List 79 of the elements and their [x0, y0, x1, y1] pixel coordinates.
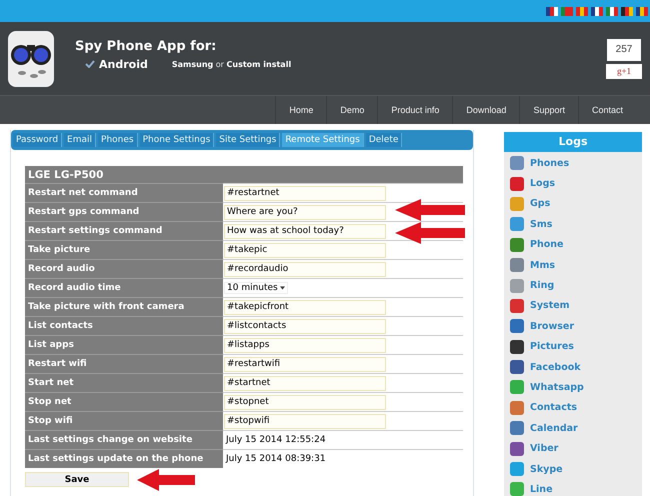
command-field[interactable]: #stopnet [224, 394, 386, 410]
sidebar-item[interactable]: Mms [504, 254, 642, 276]
setting-label: List contacts [25, 316, 223, 336]
nav-link[interactable]: Home [275, 96, 326, 124]
sidebar-item[interactable]: Browser [504, 316, 642, 337]
command-field[interactable]: #restartnet [224, 186, 386, 200]
command-field[interactable]: #takepic [224, 242, 386, 258]
command-field[interactable]: #listcontacts [224, 318, 386, 334]
command-field[interactable]: #recordaudio [224, 262, 386, 276]
arrow-drawing [395, 199, 465, 221]
platform-label: Android [99, 58, 148, 70]
flag-icon[interactable] [606, 6, 618, 16]
timestamp-text: July 15 2014 08:39:31 [224, 454, 326, 464]
binoculars-logo[interactable] [8, 30, 54, 86]
nav-link[interactable]: Support [519, 96, 578, 124]
setting-label: Record audio time [25, 278, 223, 298]
command-field[interactable]: #restartwifi [224, 356, 386, 372]
sidebar-item[interactable]: Gps [504, 194, 642, 214]
sidebar-item[interactable]: Facebook [504, 356, 642, 378]
setting-label: List apps [25, 336, 223, 354]
device-title: LGE LG-P500 [25, 166, 463, 184]
setting-label: Start net [25, 374, 223, 392]
sidebar-item[interactable]: Phones [504, 153, 642, 174]
setting-label: Record audio [25, 260, 223, 278]
command-field[interactable]: #startnet [224, 376, 386, 390]
setting-label: Restart net command [25, 184, 223, 202]
check-icon [85, 60, 95, 68]
time-dropdown[interactable]: 10 minutes [224, 282, 288, 294]
timestamp-text: July 15 2014 12:55:24 [224, 435, 326, 445]
sidebar-item[interactable]: Ring [504, 275, 642, 296]
sidebar-item[interactable]: Logs [504, 173, 642, 194]
setting-label: Restart gps command [25, 202, 223, 222]
tab[interactable]: Email [64, 133, 96, 147]
arrow-drawing [395, 222, 465, 244]
setting-label: Last settings update on the phone [25, 450, 223, 468]
nav-link[interactable]: Product info [377, 96, 452, 124]
setting-label: Stop wifi [25, 412, 223, 430]
flag-icon[interactable] [591, 6, 603, 16]
tab[interactable]: Site Settings [216, 133, 280, 147]
flag-icon[interactable] [621, 6, 633, 16]
install-note: Samsung or Custom install [172, 60, 292, 68]
arrow-drawing [137, 469, 195, 491]
tab[interactable]: Phone Settings [140, 133, 214, 147]
sidebar-item[interactable]: Calendar [504, 418, 642, 438]
sidebar-item[interactable]: Pictures [504, 336, 642, 357]
command-field[interactable]: #stopwifi [224, 414, 386, 428]
command-field[interactable]: #listapps [224, 338, 386, 352]
nav-link[interactable]: Contact [578, 96, 636, 124]
sidebar-item[interactable]: Phone [504, 234, 642, 255]
flag-icon[interactable] [546, 6, 558, 16]
tab[interactable]: Remote Settings [282, 133, 364, 147]
sidebar-item[interactable]: Whatsapp [504, 377, 642, 398]
share-counter: 257 [607, 38, 641, 60]
sidebar-item[interactable]: Contacts [504, 398, 642, 418]
save-button[interactable]: Save [25, 472, 129, 487]
nav-link[interactable]: Download [452, 96, 520, 124]
command-field[interactable]: Where are you? [224, 204, 386, 220]
command-field[interactable]: How was at school today? [224, 224, 386, 238]
sidebar-item[interactable]: Sms [504, 214, 642, 235]
sidebar-title: Logs [504, 132, 642, 152]
nav-link[interactable]: Demo [326, 96, 378, 124]
command-field[interactable]: #takepicfront [224, 300, 386, 314]
tab[interactable]: Password [13, 133, 62, 147]
sidebar-item[interactable]: Skype [504, 458, 642, 480]
setting-label: Stop net [25, 392, 223, 412]
tab[interactable]: Delete [366, 133, 402, 147]
caret-icon [280, 286, 285, 290]
sidebar-item[interactable]: Viber [504, 438, 642, 459]
plus-one-button[interactable]: g+1 [606, 64, 642, 78]
flag-icon[interactable] [636, 6, 648, 16]
sidebar-item[interactable]: System [504, 296, 642, 316]
setting-label: Take picture with front camera [25, 298, 223, 316]
sidebar-item[interactable]: Line [504, 479, 642, 496]
setting-label: Restart wifi [25, 354, 223, 374]
tab[interactable]: Phones [98, 133, 138, 147]
setting-label: Take picture [25, 240, 223, 260]
site-title: Spy Phone App for: [75, 38, 218, 54]
setting-label: Last settings change on website [25, 430, 223, 450]
setting-label: Restart settings command [25, 222, 223, 240]
